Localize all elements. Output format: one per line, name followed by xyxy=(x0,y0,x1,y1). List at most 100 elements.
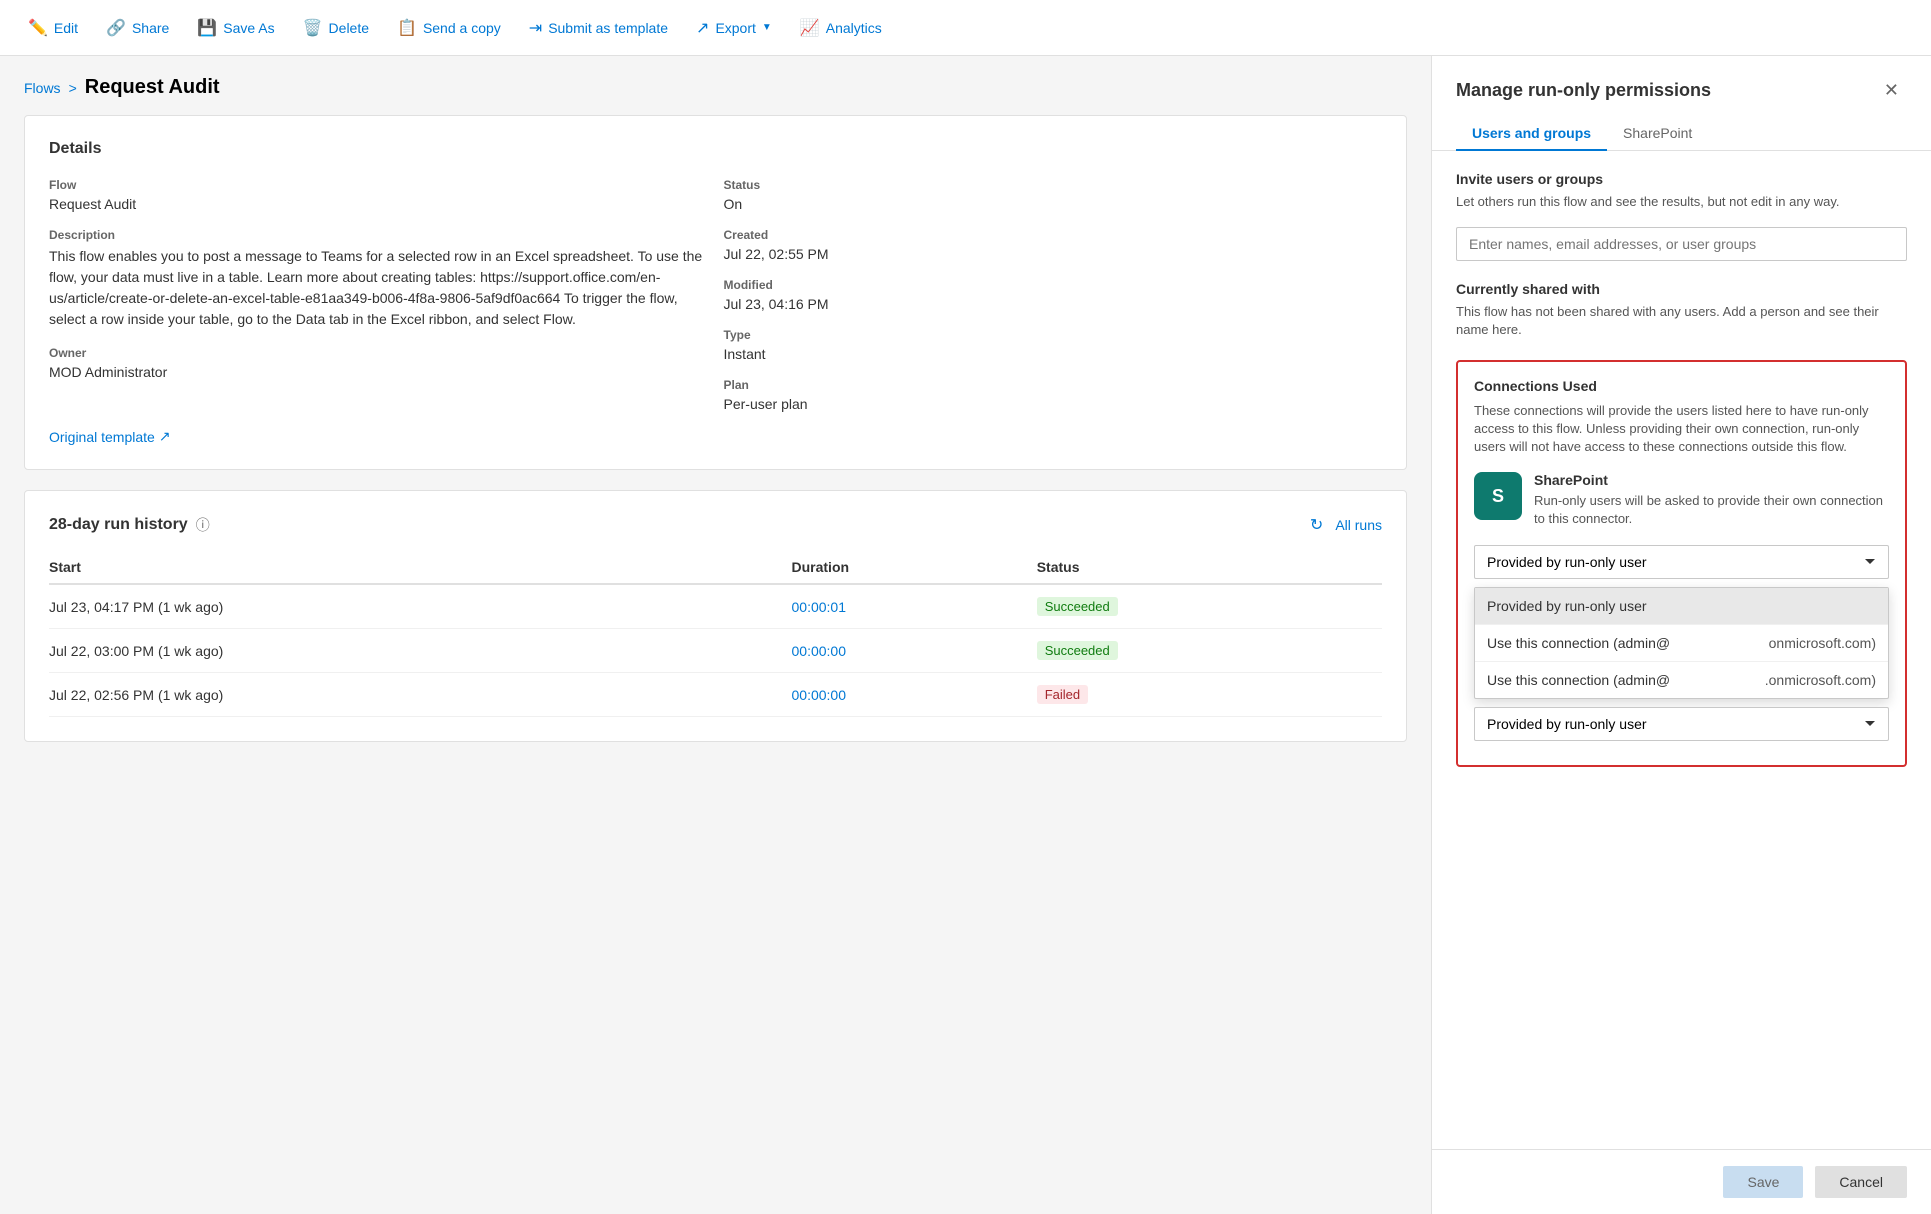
description-label: Description xyxy=(49,228,708,242)
edit-button[interactable]: ✏️ Edit xyxy=(16,10,90,46)
dropdown-option-provided[interactable]: Provided by run-only user xyxy=(1475,588,1888,625)
flow-group: Flow Request Audit xyxy=(49,178,708,212)
dropdown-option-admin1[interactable]: Use this connection (admin@ onmicrosoft.… xyxy=(1475,625,1888,662)
cell-status: Failed xyxy=(1037,673,1382,717)
run-history-card: 28-day run history ⓘ ↻ All runs Start Du… xyxy=(24,490,1407,742)
created-label: Created xyxy=(724,228,1383,242)
tab-users-groups[interactable]: Users and groups xyxy=(1456,117,1607,151)
panel-title: Manage run-only permissions xyxy=(1456,80,1711,101)
type-group: Type Instant xyxy=(724,328,1383,362)
connector-info: SharePoint Run-only users will be asked … xyxy=(1534,472,1889,528)
shared-title: Currently shared with xyxy=(1456,281,1907,297)
description-group: Description This flow enables you to pos… xyxy=(49,228,708,330)
status-badge: Succeeded xyxy=(1037,641,1118,660)
analytics-button[interactable]: 📈 Analytics xyxy=(788,10,894,46)
submit-template-icon: ⇥ xyxy=(529,18,542,38)
external-link-icon: ↗ xyxy=(159,428,171,445)
send-copy-icon: 📋 xyxy=(397,18,417,38)
connections-description: These connections will provide the users… xyxy=(1474,402,1889,457)
export-chevron-icon: ▼ xyxy=(762,22,772,33)
col-duration: Duration xyxy=(792,551,1037,584)
breadcrumb-flows-link[interactable]: Flows xyxy=(24,80,61,96)
connection-select-top[interactable]: Provided by run-only user Use this conne… xyxy=(1474,545,1889,579)
edit-icon: ✏️ xyxy=(28,18,48,38)
close-button[interactable]: ✕ xyxy=(1876,76,1907,105)
modified-label: Modified xyxy=(724,278,1383,292)
cancel-button[interactable]: Cancel xyxy=(1815,1166,1907,1198)
save-button[interactable]: Save xyxy=(1723,1166,1803,1198)
owner-group: Owner MOD Administrator xyxy=(49,346,708,380)
created-value: Jul 22, 02:55 PM xyxy=(724,246,1383,262)
panel-header: Manage run-only permissions ✕ xyxy=(1432,56,1931,105)
plan-group: Plan Per-user plan xyxy=(724,378,1383,412)
invite-input[interactable] xyxy=(1456,227,1907,261)
breadcrumb: Flows > Request Audit xyxy=(24,76,1407,99)
dropdown-options: Provided by run-only user Use this conne… xyxy=(1474,587,1889,699)
table-row: Jul 23, 04:17 PM (1 wk ago) 00:00:01 Suc… xyxy=(49,584,1382,629)
flow-value: Request Audit xyxy=(49,196,708,212)
connector-name: SharePoint xyxy=(1534,472,1889,488)
created-group: Created Jul 22, 02:55 PM xyxy=(724,228,1383,262)
owner-label: Owner xyxy=(49,346,708,360)
modified-value: Jul 23, 04:16 PM xyxy=(724,296,1383,312)
details-card: Details Flow Request Audit Description T… xyxy=(24,115,1407,470)
breadcrumb-current: Request Audit xyxy=(85,76,220,99)
cell-duration: 00:00:00 xyxy=(792,629,1037,673)
type-value: Instant xyxy=(724,346,1383,362)
analytics-icon: 📈 xyxy=(800,18,820,38)
refresh-icon[interactable]: ↻ xyxy=(1310,515,1323,535)
run-history-title-row: 28-day run history ⓘ xyxy=(49,515,210,535)
info-icon[interactable]: ⓘ xyxy=(196,515,210,535)
run-history-title: 28-day run history xyxy=(49,516,188,534)
status-badge: Succeeded xyxy=(1037,597,1118,616)
invite-description: Let others run this flow and see the res… xyxy=(1456,193,1907,211)
share-button[interactable]: 🔗 Share xyxy=(94,10,181,46)
delete-button[interactable]: 🗑️ Delete xyxy=(291,10,381,46)
status-value: On xyxy=(724,196,1383,212)
status-group: Status On xyxy=(724,178,1383,212)
save-as-button[interactable]: 💾 Save As xyxy=(185,10,286,46)
cell-duration: 00:00:01 xyxy=(792,584,1037,629)
cell-duration: 00:00:00 xyxy=(792,673,1037,717)
shared-section: Currently shared with This flow has not … xyxy=(1456,281,1907,339)
delete-icon: 🗑️ xyxy=(303,18,323,38)
cell-status: Succeeded xyxy=(1037,629,1382,673)
submit-template-button[interactable]: ⇥ Submit as template xyxy=(517,10,680,46)
cell-status: Succeeded xyxy=(1037,584,1382,629)
send-copy-button[interactable]: 📋 Send a copy xyxy=(385,10,513,46)
run-history-table: Start Duration Status Jul 23, 04:17 PM (… xyxy=(49,551,1382,717)
flow-label: Flow xyxy=(49,178,708,192)
panel-footer: Save Cancel xyxy=(1432,1149,1931,1214)
invite-section: Invite users or groups Let others run th… xyxy=(1456,171,1907,281)
original-template-link[interactable]: Original template ↗ xyxy=(49,428,1382,445)
tab-sharepoint[interactable]: SharePoint xyxy=(1607,117,1708,151)
panel-body: Invite users or groups Let others run th… xyxy=(1432,151,1931,1149)
status-label: Status xyxy=(724,178,1383,192)
modified-group: Modified Jul 23, 04:16 PM xyxy=(724,278,1383,312)
export-icon: ↗ xyxy=(696,18,709,38)
table-row: Jul 22, 03:00 PM (1 wk ago) 00:00:00 Suc… xyxy=(49,629,1382,673)
connection-select-bottom[interactable]: Provided by run-only user Use this conne… xyxy=(1474,707,1889,741)
save-as-icon: 💾 xyxy=(197,18,217,38)
table-row: Jul 22, 02:56 PM (1 wk ago) 00:00:00 Fai… xyxy=(49,673,1382,717)
main-layout: Flows > Request Audit Details Flow Reque… xyxy=(0,56,1931,1214)
panel-tabs: Users and groups SharePoint xyxy=(1432,105,1931,151)
details-grid: Flow Request Audit Description This flow… xyxy=(49,178,1382,412)
details-right-col: Status On Created Jul 22, 02:55 PM Modif… xyxy=(724,178,1383,412)
connector-row: S SharePoint Run-only users will be aske… xyxy=(1474,472,1889,528)
dropdown-option-admin2[interactable]: Use this connection (admin@ .onmicrosoft… xyxy=(1475,662,1888,698)
connector-note: Run-only users will be asked to provide … xyxy=(1534,492,1889,528)
connections-title: Connections Used xyxy=(1474,378,1889,394)
col-start: Start xyxy=(49,551,792,584)
all-runs-link[interactable]: All runs xyxy=(1335,517,1382,533)
plan-value: Per-user plan xyxy=(724,396,1383,412)
plan-label: Plan xyxy=(724,378,1383,392)
details-card-title: Details xyxy=(49,140,1382,158)
col-status: Status xyxy=(1037,551,1382,584)
run-history-actions: ↻ All runs xyxy=(1310,515,1382,535)
description-value: This flow enables you to post a message … xyxy=(49,246,708,330)
owner-value: MOD Administrator xyxy=(49,364,708,380)
cell-start: Jul 23, 04:17 PM (1 wk ago) xyxy=(49,584,792,629)
export-button[interactable]: ↗ Export ▼ xyxy=(684,10,784,46)
cell-start: Jul 22, 02:56 PM (1 wk ago) xyxy=(49,673,792,717)
